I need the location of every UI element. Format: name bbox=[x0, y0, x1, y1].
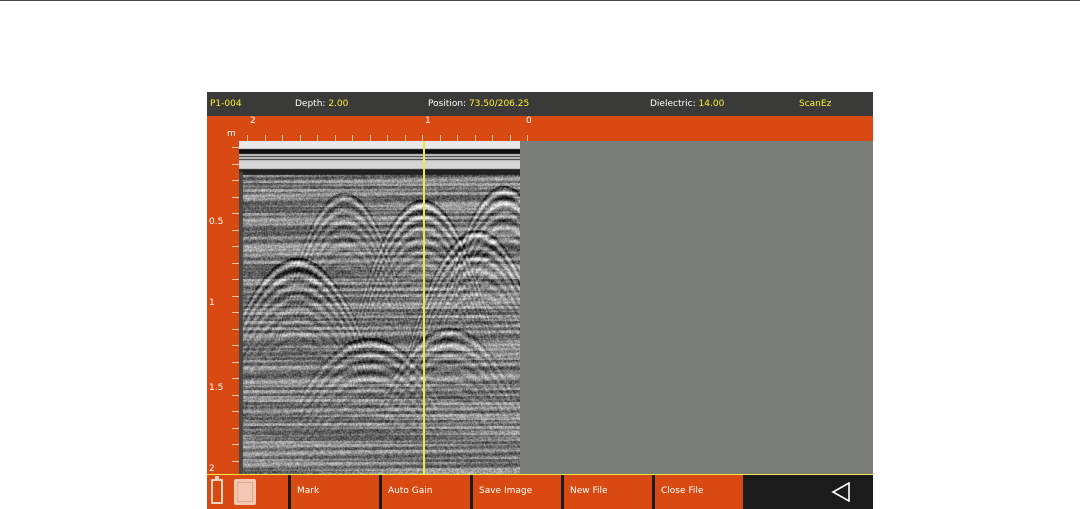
depth-label-1-5: 1.5 bbox=[209, 383, 224, 393]
depth-ruler-tick bbox=[232, 164, 239, 165]
ruler-label-1: 1 bbox=[425, 116, 431, 126]
depth-ruler-tick bbox=[232, 197, 239, 198]
depth-ruler-tick bbox=[232, 461, 239, 462]
depth-ruler-tick bbox=[232, 279, 239, 280]
horizontal-ruler: 2 1 0 m bbox=[207, 116, 873, 141]
depth-label-2: 2 bbox=[209, 464, 215, 474]
battery-icon bbox=[211, 476, 223, 504]
depth-unit-label: m bbox=[227, 129, 236, 139]
unscanned-area bbox=[520, 141, 873, 474]
depth-ruler-tick bbox=[232, 444, 239, 445]
radargram-scan[interactable] bbox=[239, 141, 520, 474]
back-triangle-icon bbox=[831, 481, 850, 503]
depth-ruler-tick bbox=[232, 378, 239, 379]
position-readout: Position: 73.50/206.25 bbox=[428, 92, 529, 116]
depth-ruler-tick bbox=[232, 329, 239, 330]
depth-ruler-tick bbox=[232, 147, 239, 148]
dielectric-readout: Dielectric: 14.00 bbox=[650, 92, 724, 116]
depth-label: Depth: bbox=[295, 99, 329, 109]
depth-value: 2.00 bbox=[328, 99, 349, 109]
dielectric-value: 14.00 bbox=[698, 99, 725, 109]
save-image-button[interactable]: Save Image bbox=[473, 475, 561, 509]
bottom-toolbar: Mark Auto Gain Save Image New File Close… bbox=[207, 475, 873, 509]
depth-ruler-tick bbox=[232, 213, 239, 214]
back-button[interactable] bbox=[827, 480, 857, 504]
status-icons-area bbox=[207, 475, 288, 509]
depth-ruler-tick bbox=[232, 312, 239, 313]
position-cursor[interactable] bbox=[423, 141, 425, 474]
gpr-display: P1-004 Depth: 2.00 Position: 73.50/206.2… bbox=[207, 92, 873, 509]
position-label: Position: bbox=[428, 99, 469, 109]
page-top-rule bbox=[0, 0, 1080, 1]
radargram-canvas bbox=[239, 141, 520, 474]
depth-ruler-tick bbox=[232, 263, 239, 264]
depth-ruler-tick bbox=[232, 428, 239, 429]
ruler-label-0: 0 bbox=[526, 116, 532, 126]
file-name: P1-004 bbox=[210, 99, 242, 109]
scan-mode: ScanEz bbox=[799, 99, 832, 109]
depth-ruler-tick bbox=[232, 411, 239, 412]
depth-ruler-tick bbox=[232, 345, 239, 346]
depth-ruler-tick bbox=[232, 296, 239, 297]
depth-readout: Depth: 2.00 bbox=[295, 92, 348, 116]
status-bar: P1-004 Depth: 2.00 Position: 73.50/206.2… bbox=[207, 92, 873, 116]
mark-button[interactable]: Mark bbox=[291, 475, 379, 509]
depth-label-0-5: 0.5 bbox=[209, 217, 224, 227]
ruler-label-2: 2 bbox=[250, 116, 256, 126]
depth-ruler-tick bbox=[232, 395, 239, 396]
depth-ruler-tick bbox=[232, 180, 239, 181]
position-value: 73.50/206.25 bbox=[468, 99, 530, 109]
depth-ruler: 0.5 1 1.5 2 bbox=[207, 141, 239, 474]
close-file-button[interactable]: Close File bbox=[655, 475, 743, 509]
dielectric-label: Dielectric: bbox=[650, 99, 699, 109]
storage-card-icon bbox=[234, 479, 256, 505]
auto-gain-button[interactable]: Auto Gain bbox=[382, 475, 470, 509]
new-file-button[interactable]: New File bbox=[564, 475, 652, 509]
depth-ruler-tick bbox=[232, 246, 239, 247]
depth-ruler-tick bbox=[232, 230, 239, 231]
depth-ruler-tick bbox=[232, 362, 239, 363]
depth-label-1: 1 bbox=[209, 298, 215, 308]
